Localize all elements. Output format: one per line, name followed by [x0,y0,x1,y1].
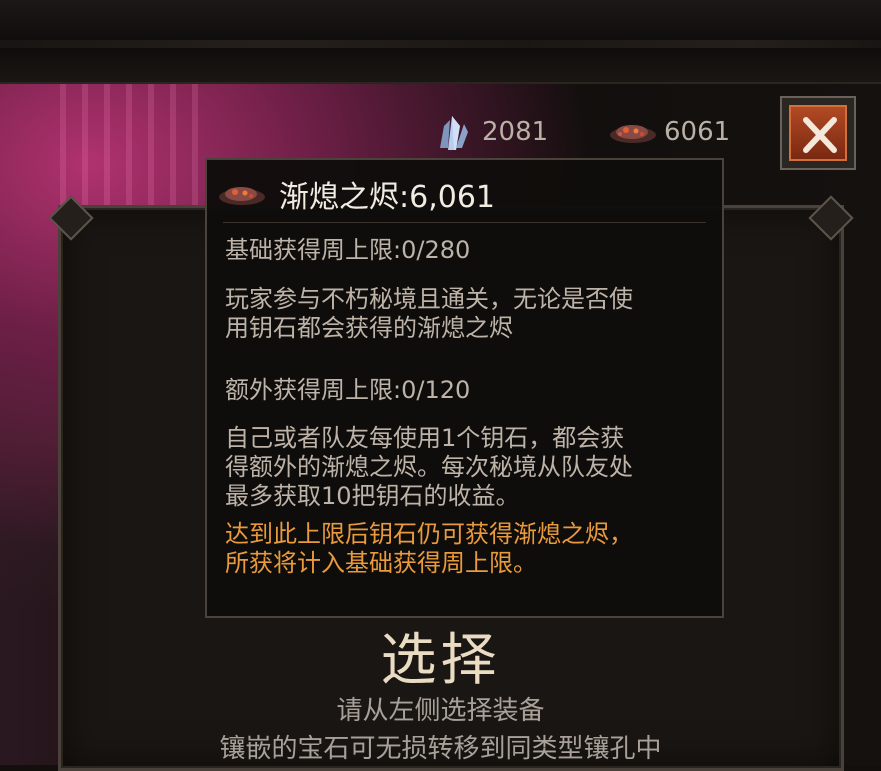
close-x-icon [803,117,837,153]
ember-count: 6061 [664,117,731,147]
ember-tooltip: 渐熄之烬:6,061 基础获得周上限:0/280 玩家参与不朽秘境且通关，无论是… [205,158,724,618]
base-limit-label: 基础获得周上限:0/280 [225,236,471,264]
crystal-currency[interactable]: 2081 [434,112,548,152]
gem-transfer-note: 镶嵌的宝石可无损转移到同类型镶孔中 [219,734,662,764]
extra-limit-label: 额外获得周上限:0/120 [225,376,471,404]
smoldering-ember-icon [610,125,656,143]
top-frame [0,0,881,84]
base-limit-description: 玩家参与不朽秘境且通关，无论是否使 用钥石都会获得的渐熄之烬 [225,285,633,342]
tooltip-title: 渐熄之烬:6,061 [279,180,495,215]
close-button[interactable] [780,96,856,170]
extra-limit-description: 自己或者队友每使用1个钥石，都会获 得额外的渐熄之烬。每次秘境从队友处 最多获取… [225,424,633,510]
tooltip-divider [223,222,706,223]
limit-warning: 达到此上限后钥石仍可获得渐熄之烬， 所获将计入基础获得周上限。 [225,520,633,577]
crystal-count: 2081 [482,117,549,147]
choose-title: 选择 [380,628,501,693]
tooltip-header: 渐熄之烬:6,061 [217,174,495,215]
smoldering-ember-icon [219,187,265,205]
crystal-shard-icon [440,116,468,150]
choose-instruction: 请从左侧选择装备 [336,696,545,726]
top-frame-trim [0,40,881,48]
ember-currency[interactable]: 6061 [608,112,730,152]
